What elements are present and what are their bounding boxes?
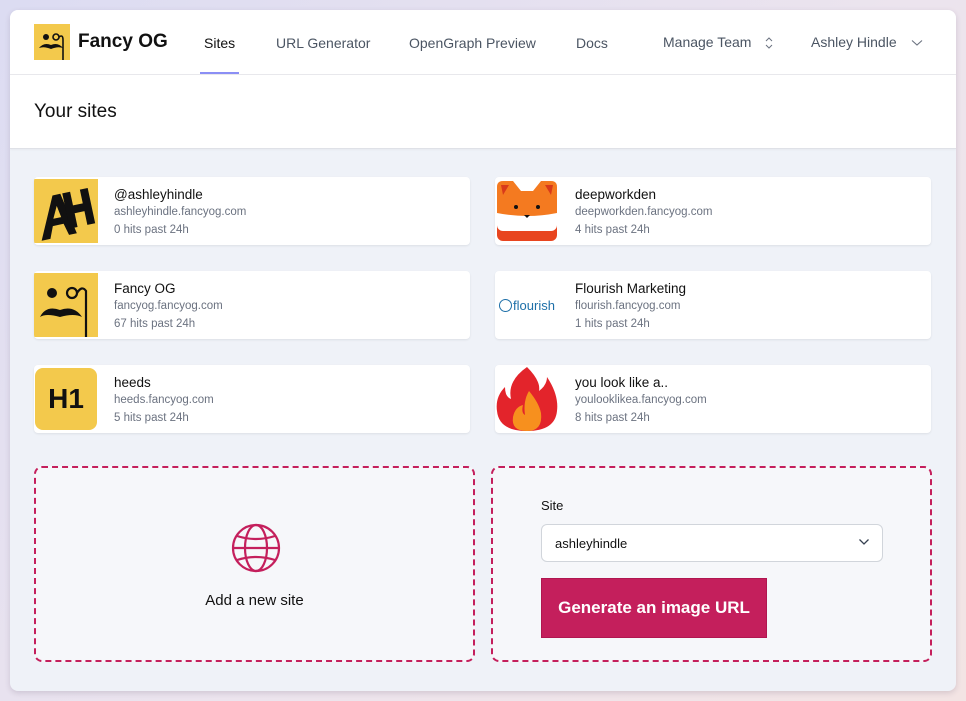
- nav-tab-sites[interactable]: Sites: [204, 35, 235, 51]
- user-menu-dropdown[interactable]: Ashley Hindle: [811, 34, 923, 50]
- chevron-down-icon: [911, 40, 922, 47]
- site-card[interactable]: you look like a.. youlooklikea.fancyog.c…: [495, 365, 931, 433]
- manage-team-dropdown[interactable]: Manage Team: [663, 34, 773, 50]
- site-card[interactable]: Fancy OG fancyog.fancyog.com 67 hits pas…: [34, 271, 470, 339]
- h1-logo-icon: H1: [35, 368, 97, 430]
- site-name: you look like a..: [575, 375, 669, 390]
- flourish-logo-text: flourish: [513, 297, 555, 313]
- nav-tab-opengraph-preview[interactable]: OpenGraph Preview: [409, 35, 536, 51]
- site-domain: youlooklikea.fancyog.com: [575, 394, 707, 406]
- page-header: Your sites: [10, 75, 956, 149]
- site-name: @ashleyhindle: [114, 187, 203, 202]
- site-domain: flourish.fancyog.com: [575, 300, 681, 312]
- h1-logo-text: H1: [48, 383, 84, 414]
- fire-logo-icon: [496, 367, 558, 431]
- site-card[interactable]: deepworkden deepworkden.fancyog.com 4 hi…: [495, 177, 931, 245]
- site-name: Flourish Marketing: [575, 281, 687, 296]
- site-select-label: Site: [541, 498, 564, 513]
- site-domain: fancyog.fancyog.com: [114, 300, 223, 312]
- fox-logo-icon: [497, 181, 557, 241]
- nav-tab-url-generator[interactable]: URL Generator: [276, 35, 370, 51]
- site-domain: deepworkden.fancyog.com: [575, 206, 713, 218]
- brand-name[interactable]: Fancy OG: [78, 31, 168, 53]
- site-hits: 4 hits past 24h: [575, 224, 650, 236]
- site-hits: 67 hits past 24h: [114, 318, 196, 330]
- site-hits: 1 hits past 24h: [575, 318, 650, 330]
- ah-logo-icon: [34, 179, 98, 243]
- top-nav: Fancy OG Sites URL Generator OpenGraph P…: [10, 10, 956, 75]
- chevron-down-icon: [859, 539, 869, 545]
- globe-icon: [231, 523, 281, 573]
- page-title: Your sites: [34, 101, 117, 122]
- site-select-value: ashleyhindle: [555, 536, 628, 551]
- manage-team-label: Manage Team: [663, 34, 752, 50]
- chevron-up-down-icon: [766, 37, 773, 50]
- active-tab-indicator: [200, 72, 239, 74]
- site-hits: 5 hits past 24h: [114, 412, 189, 424]
- site-card[interactable]: flourish Flourish Marketing flourish.fan…: [495, 271, 931, 339]
- site-name: deepworkden: [575, 187, 657, 202]
- add-site-button[interactable]: Add a new site: [34, 466, 475, 662]
- generate-image-url-button[interactable]: Generate an image URL: [541, 578, 767, 638]
- site-domain: ashleyhindle.fancyog.com: [114, 206, 247, 218]
- site-domain: heeds.fancyog.com: [114, 394, 214, 406]
- flourish-mark-icon: [499, 298, 513, 312]
- site-hits: 0 hits past 24h: [114, 224, 189, 236]
- url-generator-panel: Site ashleyhindle Generate an image URL: [491, 466, 932, 662]
- fancy-og-logo-icon[interactable]: [34, 24, 70, 60]
- site-card[interactable]: @ashleyhindle ashleyhindle.fancyog.com 0…: [34, 177, 470, 245]
- site-name: Fancy OG: [114, 281, 176, 296]
- site-hits: 8 hits past 24h: [575, 412, 650, 424]
- add-site-label: Add a new site: [205, 592, 304, 609]
- site-select[interactable]: ashleyhindle: [541, 524, 883, 562]
- site-name: heeds: [114, 375, 151, 390]
- user-name: Ashley Hindle: [811, 34, 897, 50]
- flourish-logo-icon: flourish: [495, 273, 559, 337]
- app-window: Fancy OG Sites URL Generator OpenGraph P…: [10, 10, 956, 691]
- nav-tab-docs[interactable]: Docs: [576, 35, 608, 51]
- site-card[interactable]: H1 heeds heeds.fancyog.com 5 hits past 2…: [34, 365, 470, 433]
- monocle-mustache-logo-icon: [34, 273, 98, 337]
